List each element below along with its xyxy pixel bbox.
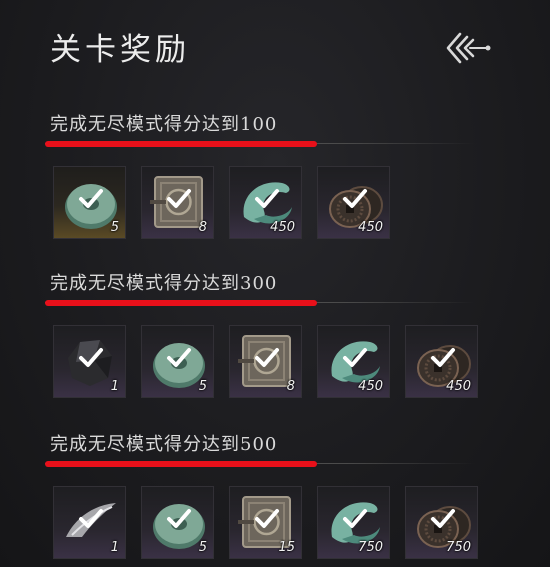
claimed-check-icon bbox=[167, 509, 191, 528]
reward-item[interactable]: 5 bbox=[141, 325, 214, 398]
reward-count: 8 bbox=[198, 220, 207, 235]
claimed-check-icon bbox=[167, 348, 191, 367]
reward-list: 1 5 8 450 450 bbox=[53, 325, 493, 398]
reward-count: 450 bbox=[446, 379, 471, 394]
claimed-check-icon bbox=[343, 348, 367, 367]
reward-count: 1 bbox=[110, 379, 119, 394]
reward-item[interactable]: 750 bbox=[317, 486, 390, 559]
reward-count: 15 bbox=[278, 540, 295, 555]
claimed-check-icon bbox=[167, 189, 191, 208]
page-title: 关卡奖励 bbox=[50, 32, 190, 68]
reward-item[interactable]: 8 bbox=[141, 166, 214, 239]
reward-item[interactable]: 750 bbox=[405, 486, 478, 559]
claimed-check-icon bbox=[431, 348, 455, 367]
reward-item[interactable]: 450 bbox=[317, 325, 390, 398]
reward-item[interactable]: 450 bbox=[405, 325, 478, 398]
claimed-check-icon bbox=[255, 348, 279, 367]
reward-list: 5 8 450 450 bbox=[53, 166, 405, 239]
triple-chevron-left-icon bbox=[446, 32, 491, 64]
reward-item[interactable]: 450 bbox=[317, 166, 390, 239]
claimed-check-icon bbox=[343, 509, 367, 528]
section-title: 完成无尽模式得分达到300 bbox=[50, 273, 278, 294]
reward-count: 1 bbox=[110, 540, 119, 555]
reward-item[interactable]: 8 bbox=[229, 325, 302, 398]
reward-item[interactable]: 5 bbox=[141, 486, 214, 559]
reward-count: 5 bbox=[198, 379, 207, 394]
reward-count: 750 bbox=[446, 540, 471, 555]
claimed-check-icon bbox=[79, 509, 103, 528]
section-title: 完成无尽模式得分达到500 bbox=[50, 434, 278, 455]
claimed-check-icon bbox=[255, 189, 279, 208]
reward-count: 750 bbox=[358, 540, 383, 555]
claimed-check-icon bbox=[255, 509, 279, 528]
claimed-check-icon bbox=[431, 509, 455, 528]
reward-item[interactable]: 15 bbox=[229, 486, 302, 559]
claimed-check-icon bbox=[343, 189, 367, 208]
reward-count: 5 bbox=[110, 220, 119, 235]
claimed-check-icon bbox=[79, 348, 103, 367]
reward-count: 450 bbox=[358, 379, 383, 394]
reward-item[interactable]: 5 bbox=[53, 166, 126, 239]
highlight-underline bbox=[45, 300, 317, 306]
reward-count: 8 bbox=[286, 379, 295, 394]
claimed-check-icon bbox=[79, 189, 103, 208]
reward-count: 450 bbox=[358, 220, 383, 235]
reward-list: 1 5 15 750 750 bbox=[53, 486, 493, 559]
reward-item[interactable]: 1 bbox=[53, 486, 126, 559]
reward-count: 5 bbox=[198, 540, 207, 555]
highlight-underline bbox=[45, 141, 317, 147]
section-title: 完成无尽模式得分达到100 bbox=[50, 114, 278, 135]
back-button[interactable] bbox=[440, 28, 496, 68]
highlight-underline bbox=[45, 461, 317, 467]
reward-count: 450 bbox=[270, 220, 295, 235]
reward-item[interactable]: 450 bbox=[229, 166, 302, 239]
reward-item[interactable]: 1 bbox=[53, 325, 126, 398]
